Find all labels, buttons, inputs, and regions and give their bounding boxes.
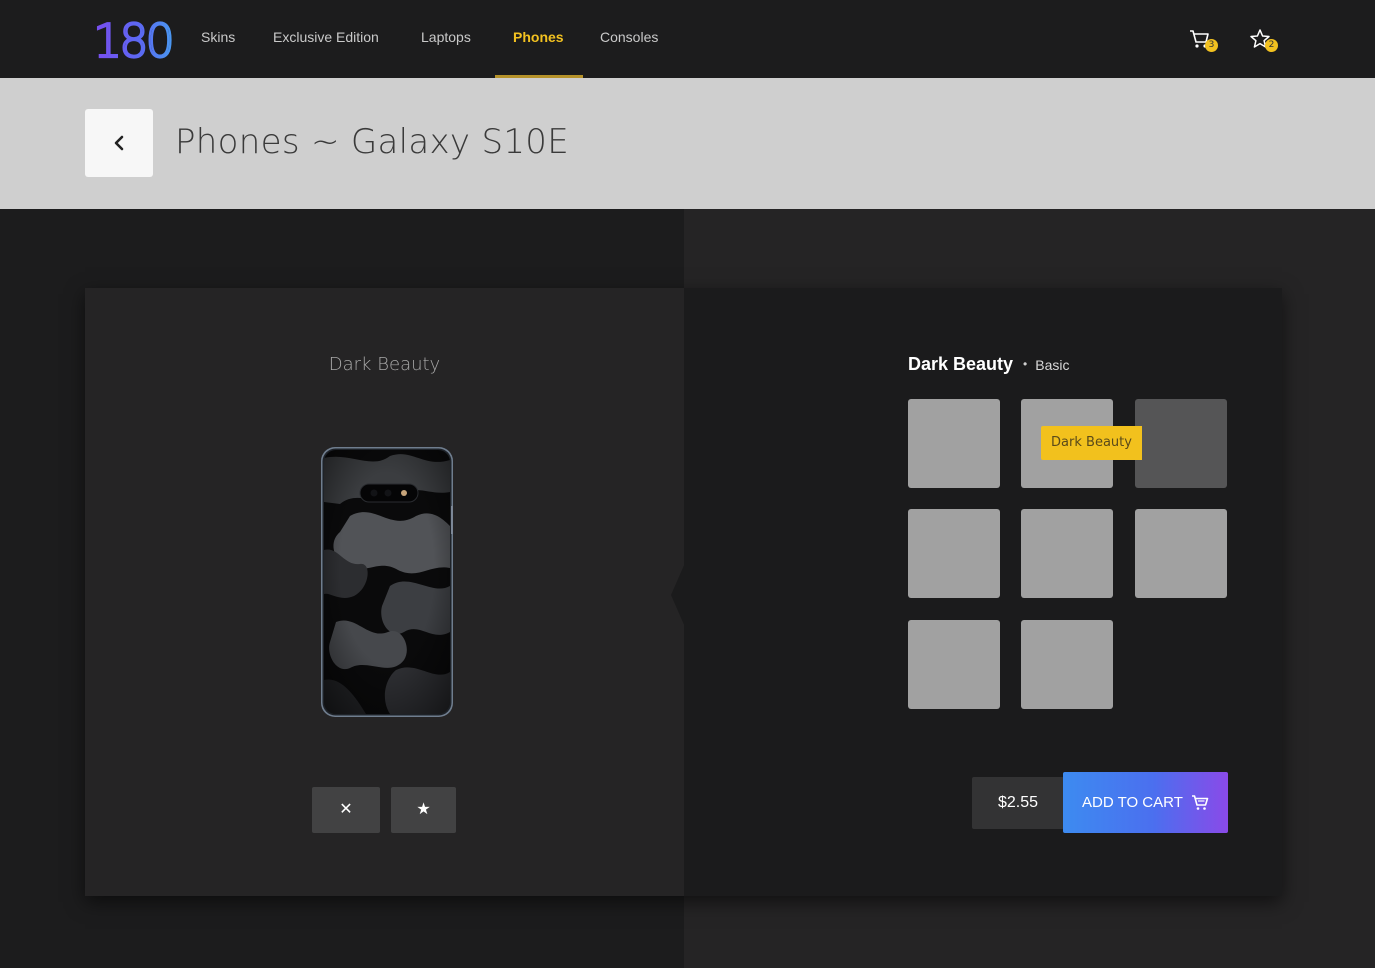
cart-icon: [1192, 795, 1209, 810]
skin-heading: Dark Beauty • Basic: [908, 354, 1069, 375]
nav-exclusive-edition[interactable]: Exclusive Edition: [273, 0, 379, 78]
top-nav: 180° Skins Exclusive Edition Laptops Pho…: [0, 0, 1375, 78]
close-icon: ✕: [339, 801, 353, 818]
nav-skins[interactable]: Skins: [201, 0, 235, 78]
cart-count-badge: 3: [1205, 39, 1218, 52]
wishlist-button[interactable]: 2: [1249, 28, 1279, 58]
skin-swatch[interactable]: [908, 620, 1000, 709]
skin-swatch[interactable]: [1021, 620, 1113, 709]
price-display: $2.55: [972, 777, 1064, 829]
phone-preview-image: [321, 447, 453, 717]
nav-laptops[interactable]: Laptops: [421, 0, 471, 78]
wishlist-count-badge: 2: [1265, 39, 1278, 52]
svg-text:180°: 180°: [94, 14, 174, 64]
cart-button[interactable]: 3: [1188, 28, 1218, 58]
brand-logo[interactable]: 180°: [94, 12, 174, 64]
page-header: Phones ~ Galaxy S10E: [0, 78, 1375, 209]
skin-swatch-selected[interactable]: [1135, 399, 1227, 488]
skin-swatch[interactable]: [908, 399, 1000, 488]
skin-swatch[interactable]: [1021, 509, 1113, 598]
skin-swatch[interactable]: [908, 509, 1000, 598]
preview-panel: Dark Beauty ✕ ★: [85, 288, 684, 896]
back-button[interactable]: [85, 109, 153, 177]
product-card: Dark Beauty ✕ ★ Dark Beauty • Basic Dark…: [85, 288, 1282, 896]
separator-dot: •: [1023, 357, 1028, 371]
nav-phones[interactable]: Phones: [513, 0, 564, 78]
selected-skin-name: Dark Beauty: [908, 354, 1014, 374]
swatch-tooltip: Dark Beauty: [1041, 426, 1142, 460]
nav-consoles[interactable]: Consoles: [600, 0, 658, 78]
add-to-cart-button[interactable]: ADD TO CART: [1063, 772, 1228, 833]
page-title: Phones ~ Galaxy S10E: [175, 122, 569, 162]
skin-tier: Basic: [1035, 357, 1070, 373]
remove-button[interactable]: ✕: [312, 787, 380, 833]
skin-selector-panel: Dark Beauty • Basic Dark Beauty $2.55 ADD …: [684, 288, 1282, 896]
chevron-left-icon: [114, 135, 124, 151]
panel-pointer: [671, 563, 685, 627]
star-filled-icon: ★: [416, 801, 431, 818]
preview-skin-name: Dark Beauty: [328, 354, 441, 375]
skin-swatch[interactable]: [1135, 509, 1227, 598]
add-to-cart-label: ADD TO CART: [1082, 794, 1183, 811]
favorite-button[interactable]: ★: [391, 787, 456, 833]
